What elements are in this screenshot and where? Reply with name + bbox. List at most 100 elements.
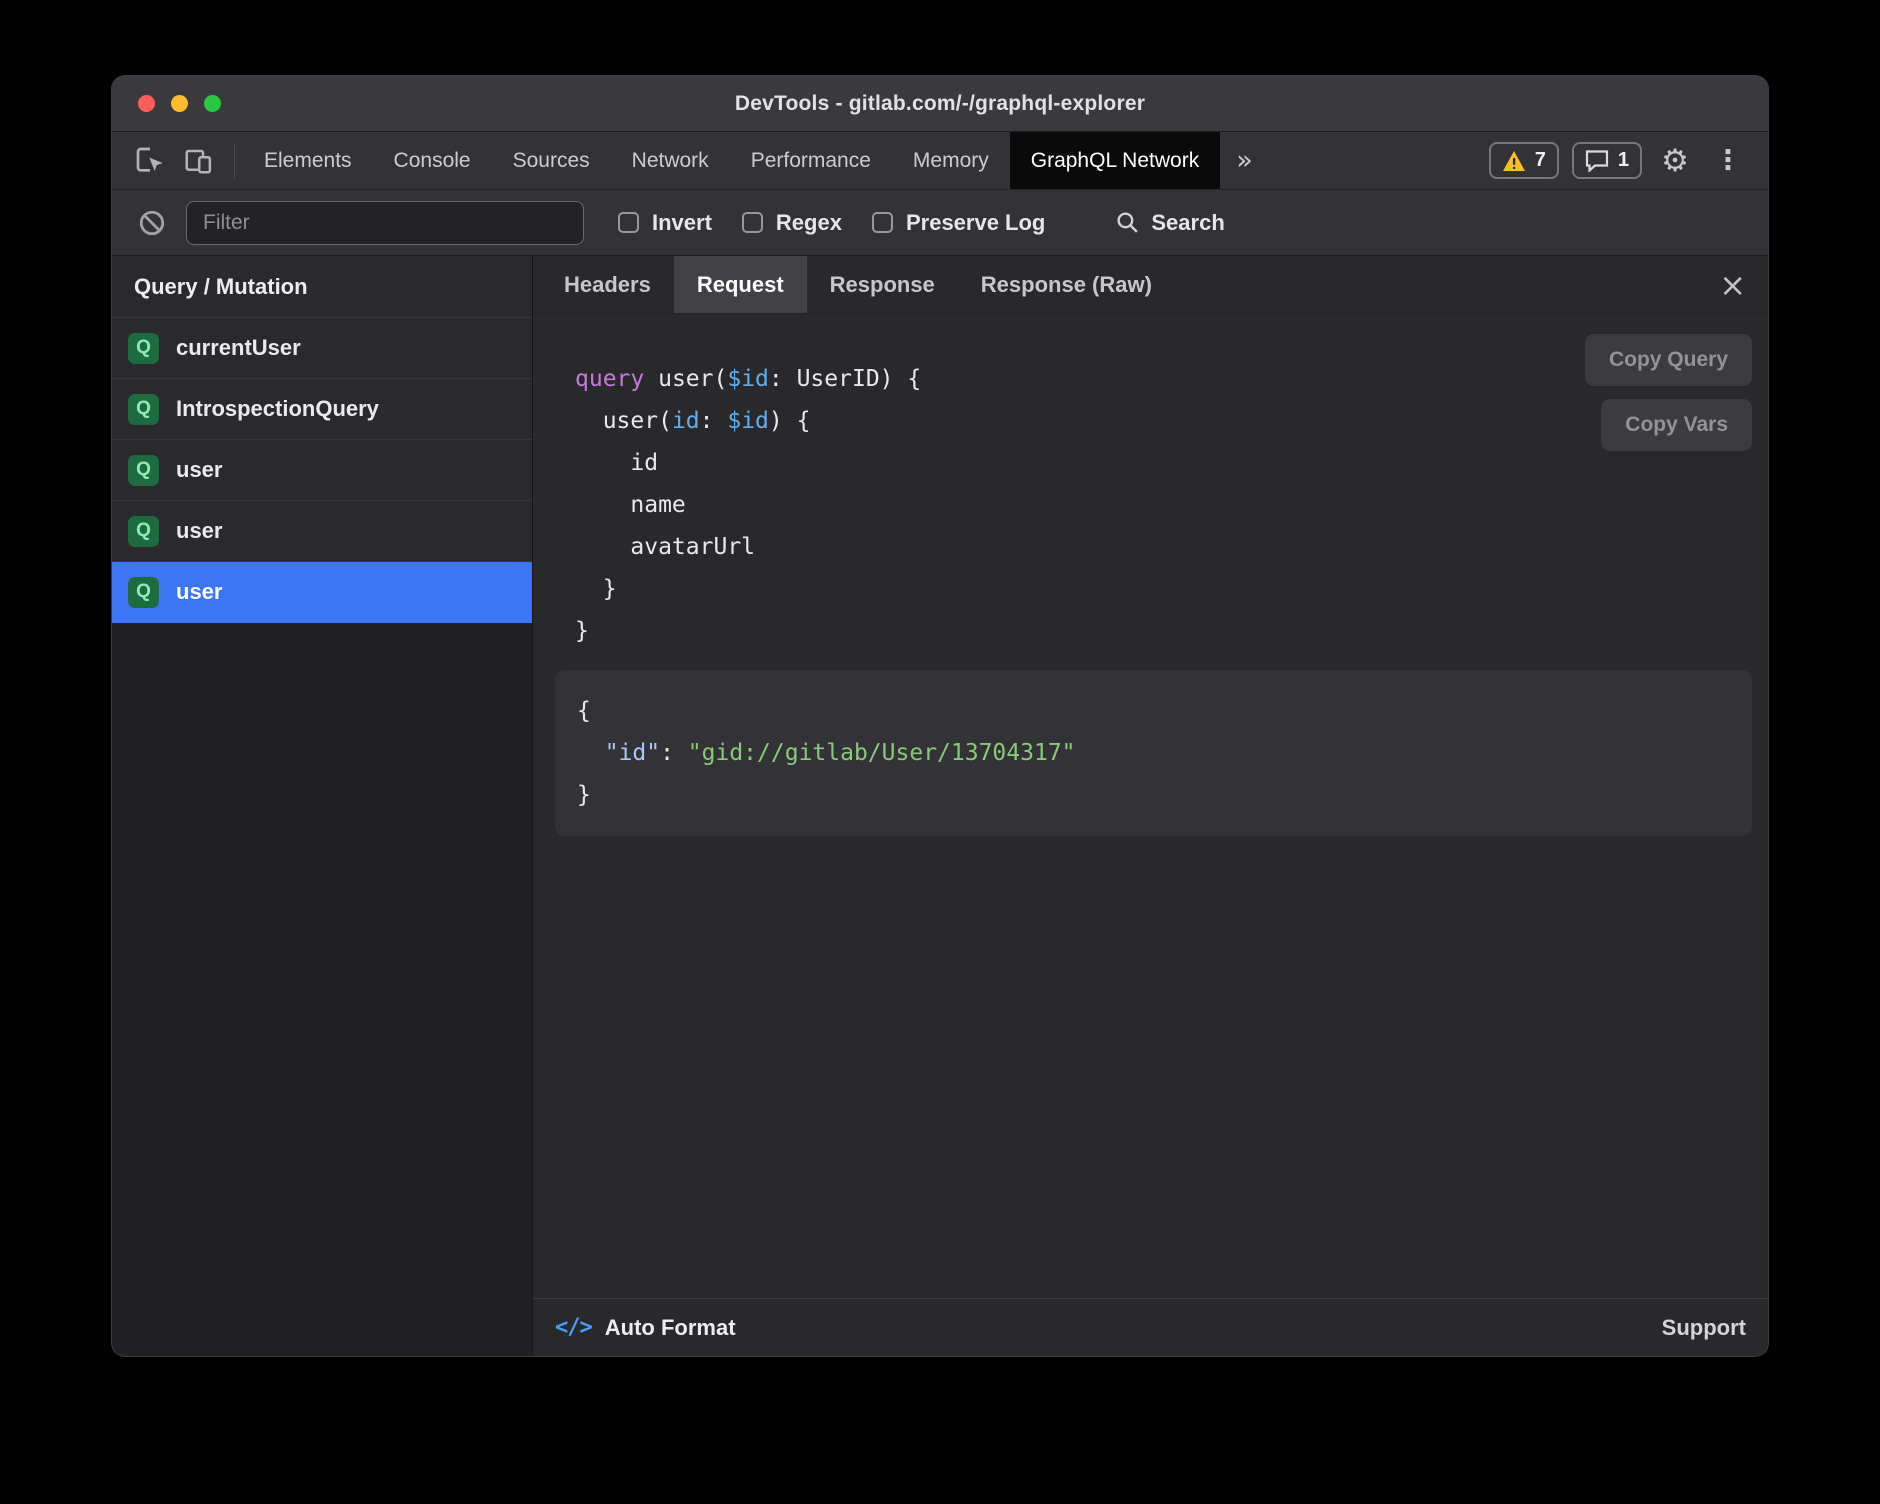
issues-count: 1 bbox=[1618, 149, 1629, 172]
code-token: } bbox=[575, 576, 617, 602]
code-line: name bbox=[575, 484, 1752, 526]
toolbar-left-icons bbox=[112, 132, 243, 189]
code-token: "gid://gitlab/User/13704317" bbox=[688, 740, 1076, 766]
code-line: user(id: $id) { bbox=[575, 400, 1752, 442]
code-token: ) { bbox=[769, 408, 811, 434]
list-item-label: user bbox=[176, 457, 222, 483]
close-window-button[interactable] bbox=[138, 95, 155, 112]
tab-headers[interactable]: Headers bbox=[541, 256, 674, 313]
search-button[interactable]: Search bbox=[1115, 210, 1224, 236]
code-token: user( bbox=[575, 408, 672, 434]
list-item-user-2[interactable]: Quser bbox=[112, 440, 532, 501]
tab-response-raw[interactable]: Response (Raw) bbox=[958, 256, 1175, 313]
query-code: query user($id: UserID) { user(id: $id) … bbox=[575, 358, 1752, 652]
code-token: } bbox=[575, 618, 589, 644]
variables-box: { "id": "gid://gitlab/User/13704317"} bbox=[555, 670, 1752, 836]
panel-tab-strip: HeadersRequestResponseResponse (Raw) × bbox=[533, 256, 1768, 314]
code-token: : bbox=[660, 740, 688, 766]
code-token bbox=[577, 740, 605, 766]
code-token: id bbox=[672, 408, 700, 434]
code-token: } bbox=[577, 782, 591, 808]
tab-sources[interactable]: Sources bbox=[492, 132, 611, 189]
list-item-introspectionquery-1[interactable]: QIntrospectionQuery bbox=[112, 379, 532, 440]
list-item-label: user bbox=[176, 579, 222, 605]
warning-triangle-icon bbox=[1502, 150, 1526, 172]
list-item-user-4[interactable]: Quser bbox=[112, 562, 532, 623]
menu-button[interactable]: ⋮ bbox=[1708, 141, 1748, 181]
query-sidebar: Query / Mutation QcurrentUserQIntrospect… bbox=[112, 256, 533, 1356]
inspect-cursor-icon bbox=[134, 145, 166, 177]
code-token: { bbox=[577, 698, 591, 724]
device-toolbar-button[interactable] bbox=[178, 141, 218, 181]
tab-request[interactable]: Request bbox=[674, 256, 807, 313]
clear-button[interactable] bbox=[132, 203, 172, 243]
code-token: avatarUrl bbox=[575, 534, 755, 560]
warnings-badge[interactable]: 7 bbox=[1489, 142, 1559, 179]
filter-bar: Invert Regex Preserve Log Search bbox=[112, 190, 1768, 256]
code-token: query bbox=[575, 366, 658, 392]
devtools-toolbar: ElementsConsoleSourcesNetworkPerformance… bbox=[112, 132, 1768, 190]
code-token: : UserID) { bbox=[769, 366, 921, 392]
sidebar-header: Query / Mutation bbox=[112, 256, 532, 318]
tab-graphql-network[interactable]: GraphQL Network bbox=[1010, 132, 1220, 189]
code-token: $id bbox=[727, 408, 769, 434]
zoom-window-button[interactable] bbox=[204, 95, 221, 112]
toolbar-divider bbox=[234, 144, 235, 178]
code-token: user( bbox=[658, 366, 727, 392]
close-icon[interactable]: × bbox=[1719, 269, 1746, 301]
list-item-currentuser-0[interactable]: QcurrentUser bbox=[112, 318, 532, 379]
inspect-element-button[interactable] bbox=[130, 141, 170, 181]
window-title: DevTools - gitlab.com/-/graphql-explorer bbox=[735, 92, 1145, 116]
code-token: id bbox=[575, 450, 658, 476]
query-badge: Q bbox=[128, 577, 159, 608]
code-line: } bbox=[575, 568, 1752, 610]
code-token: "id" bbox=[605, 740, 660, 766]
code-token: $id bbox=[727, 366, 769, 392]
tab-performance[interactable]: Performance bbox=[730, 132, 892, 189]
copy-query-button[interactable]: Copy Query bbox=[1585, 334, 1752, 386]
warnings-count: 7 bbox=[1535, 149, 1546, 172]
request-body: query user($id: UserID) { user(id: $id) … bbox=[533, 314, 1768, 1298]
copy-buttons: Copy Query Copy Vars bbox=[1585, 334, 1752, 451]
tab-elements[interactable]: Elements bbox=[243, 132, 373, 189]
support-link[interactable]: Support bbox=[1662, 1315, 1746, 1341]
checkbox-preserve-log[interactable]: Preserve Log bbox=[872, 210, 1045, 236]
devtools-window: DevTools - gitlab.com/-/graphql-explorer… bbox=[112, 76, 1768, 1356]
device-toolbar-icon bbox=[183, 146, 213, 176]
tab-response[interactable]: Response bbox=[807, 256, 958, 313]
gear-icon: ⚙ bbox=[1661, 143, 1689, 179]
block-icon bbox=[138, 209, 166, 237]
tab-network[interactable]: Network bbox=[611, 132, 730, 189]
list-item-label: currentUser bbox=[176, 335, 301, 361]
checkbox-regex[interactable]: Regex bbox=[742, 210, 842, 236]
devtools-tab-strip: ElementsConsoleSourcesNetworkPerformance… bbox=[243, 132, 1220, 189]
list-item-label: IntrospectionQuery bbox=[176, 396, 379, 422]
search-icon bbox=[1115, 210, 1140, 235]
checkbox-box bbox=[872, 212, 893, 233]
copy-vars-button[interactable]: Copy Vars bbox=[1601, 399, 1752, 451]
code-line: avatarUrl bbox=[575, 526, 1752, 568]
auto-format-button[interactable]: Auto Format bbox=[605, 1315, 736, 1341]
checkbox-invert[interactable]: Invert bbox=[618, 210, 712, 236]
code-line: { bbox=[577, 690, 1752, 732]
settings-button[interactable]: ⚙ bbox=[1655, 141, 1695, 181]
issues-badge[interactable]: 1 bbox=[1572, 142, 1642, 179]
tab-console[interactable]: Console bbox=[373, 132, 492, 189]
code-token: name bbox=[575, 492, 686, 518]
filter-input[interactable] bbox=[186, 201, 584, 245]
list-item-user-3[interactable]: Quser bbox=[112, 501, 532, 562]
code-line: "id": "gid://gitlab/User/13704317" bbox=[577, 732, 1752, 774]
minimize-window-button[interactable] bbox=[171, 95, 188, 112]
kebab-menu-icon: ⋮ bbox=[1715, 145, 1742, 176]
variables-code: { "id": "gid://gitlab/User/13704317"} bbox=[577, 690, 1752, 816]
tab-memory[interactable]: Memory bbox=[892, 132, 1010, 189]
query-badge: Q bbox=[128, 516, 159, 547]
panel-footer: </> Auto Format Support bbox=[533, 1298, 1768, 1356]
checkbox-label: Invert bbox=[652, 210, 712, 236]
checkbox-label: Preserve Log bbox=[906, 210, 1045, 236]
code-brackets-icon: </> bbox=[555, 1315, 592, 1340]
list-item-label: user bbox=[176, 518, 222, 544]
code-line: id bbox=[575, 442, 1752, 484]
more-tabs-button[interactable]: » bbox=[1220, 132, 1269, 189]
search-label: Search bbox=[1151, 210, 1224, 236]
